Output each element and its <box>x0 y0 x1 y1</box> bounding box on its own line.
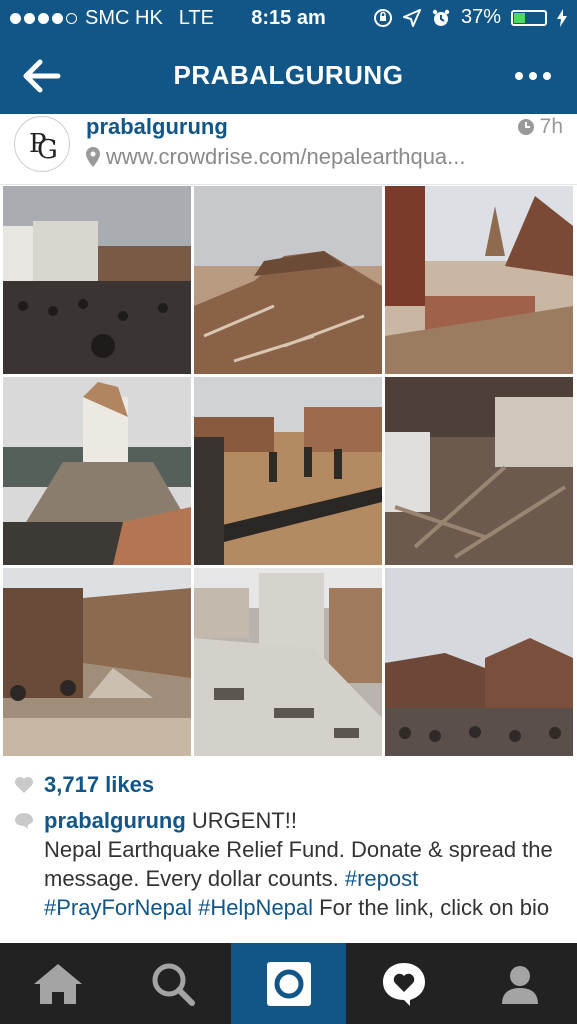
photo-tower-stump <box>3 377 191 565</box>
alarm-icon <box>432 9 450 26</box>
camera-icon <box>266 961 311 1006</box>
location-pin-icon <box>86 147 100 167</box>
brand-logo: P G <box>29 129 58 164</box>
caption-body: Nepal Earthquake Relief Fund. Donate & s… <box>44 837 553 891</box>
photo-people-debris <box>3 568 191 756</box>
comment-bubble-icon <box>15 813 33 829</box>
heart-icon <box>15 777 33 793</box>
post-location[interactable]: www.crowdrise.com/nepalearthqua... <box>86 144 466 170</box>
status-bar: SMC HK LTE 8:15 am 37% <box>0 0 577 38</box>
tab-search[interactable] <box>115 943 230 1024</box>
more-dots-icon[interactable] <box>515 72 551 80</box>
tab-home[interactable] <box>0 943 115 1024</box>
tab-camera[interactable] <box>231 943 346 1024</box>
avatar[interactable]: P G <box>14 116 70 172</box>
caption-cut-text: link, click on bio <box>395 895 550 920</box>
hashtag-prayfornepal[interactable]: #PrayForNepal <box>44 895 192 920</box>
post-photo-collage[interactable] <box>3 186 574 757</box>
photo-rescue-workers <box>194 377 382 565</box>
photo-collapsed-temple <box>194 186 382 374</box>
tab-activity[interactable] <box>346 943 461 1024</box>
battery-percent: 37% <box>460 6 501 28</box>
caption-username[interactable]: prabalgurung <box>44 808 186 833</box>
location-arrow-icon <box>402 8 421 27</box>
caption-urgent: URGENT!! <box>191 808 298 833</box>
svg-text:G: G <box>37 135 58 164</box>
bottom-tab-bar <box>0 943 577 1024</box>
post-username[interactable]: prabalgurung <box>86 114 228 140</box>
post-caption: prabalgurung URGENT!! Nepal Earthquake R… <box>14 806 554 922</box>
page-title: PRABALGURUNG <box>173 60 404 90</box>
photo-pagoda-ruins <box>385 186 573 374</box>
hashtag-helpnepal[interactable]: #HelpNepal <box>198 895 313 920</box>
profile-icon <box>501 965 538 1004</box>
post-time: 7h <box>517 115 563 139</box>
photo-collapsed-building <box>385 377 573 565</box>
photo-crowd-square <box>3 186 191 374</box>
heart-bubble-icon <box>382 962 425 1006</box>
top-bar: SMC HK LTE 8:15 am 37% PRABALGURUNG <box>0 0 577 114</box>
time-ago-text: 7h <box>539 115 563 138</box>
photo-durbar-square <box>385 568 573 756</box>
post-header: P G prabalgurung www.crowdrise.com/nepal… <box>0 114 577 185</box>
navigation-bar: PRABALGURUNG <box>0 38 577 114</box>
caption-tail: For the <box>319 895 389 920</box>
location-text: www.crowdrise.com/nepalearthqua... <box>106 144 466 169</box>
photo-rubble-street <box>194 568 382 756</box>
likes-text: 3,717 likes <box>44 772 155 797</box>
home-icon <box>33 963 82 1004</box>
tab-profile[interactable] <box>462 943 577 1024</box>
battery-icon <box>511 9 547 26</box>
hashtag-repost[interactable]: #repost <box>345 866 418 891</box>
clock-icon <box>517 119 534 135</box>
charging-bolt-icon <box>557 8 567 27</box>
rotation-lock-icon <box>373 8 392 27</box>
search-icon <box>152 963 195 1006</box>
likes-count[interactable]: 3,717 likes <box>14 772 154 798</box>
